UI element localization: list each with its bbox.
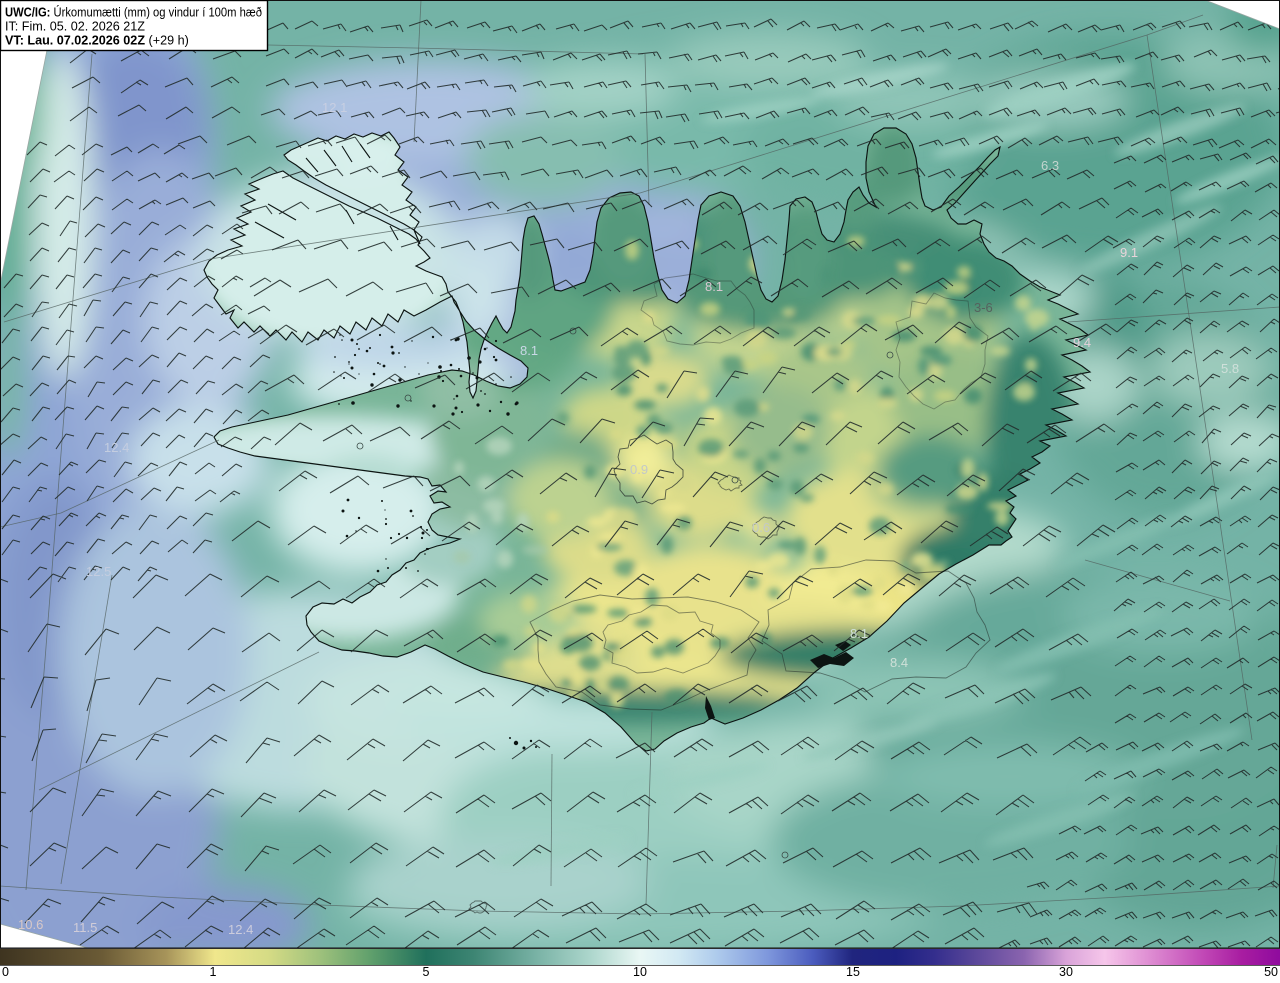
- svg-text:30: 30: [1059, 965, 1073, 978]
- svg-text:8.4: 8.4: [890, 655, 908, 670]
- svg-text:10: 10: [633, 965, 647, 978]
- svg-text:6.3: 6.3: [1041, 158, 1059, 173]
- svg-text:15: 15: [846, 965, 860, 978]
- svg-text:12.1: 12.1: [322, 100, 347, 115]
- svg-text:11.5: 11.5: [73, 920, 97, 935]
- svg-text:12.5: 12.5: [86, 564, 111, 579]
- svg-text:0: 0: [2, 965, 9, 978]
- svg-text:9.1: 9.1: [1120, 245, 1138, 260]
- svg-text:3-6: 3-6: [974, 300, 993, 315]
- svg-text:8.1: 8.1: [520, 343, 538, 358]
- svg-text:5: 5: [423, 965, 430, 978]
- svg-text:12.4: 12.4: [104, 440, 129, 455]
- svg-text:0.9: 0.9: [630, 462, 648, 477]
- svg-text:8.1: 8.1: [705, 279, 723, 294]
- svg-text:50: 50: [1264, 965, 1278, 978]
- svg-text:8.1: 8.1: [850, 626, 868, 641]
- svg-text:5.8: 5.8: [1221, 361, 1239, 376]
- svg-text:VT: Lau. 07.02.2026 02Z (+29 h: VT: Lau. 07.02.2026 02Z (+29 h): [5, 34, 189, 48]
- svg-text:0.6: 0.6: [752, 520, 770, 535]
- svg-text:UWC/IG: Úrkomumætti (mm) og vi: UWC/IG: Úrkomumætti (mm) og vindur í 100…: [5, 5, 262, 20]
- svg-text:9.4: 9.4: [1073, 335, 1091, 350]
- svg-text:12.4: 12.4: [228, 922, 253, 937]
- svg-text:1: 1: [210, 965, 217, 978]
- svg-text:IT: Fim. 05. 02. 2026 21Z: IT: Fim. 05. 02. 2026 21Z: [5, 20, 145, 34]
